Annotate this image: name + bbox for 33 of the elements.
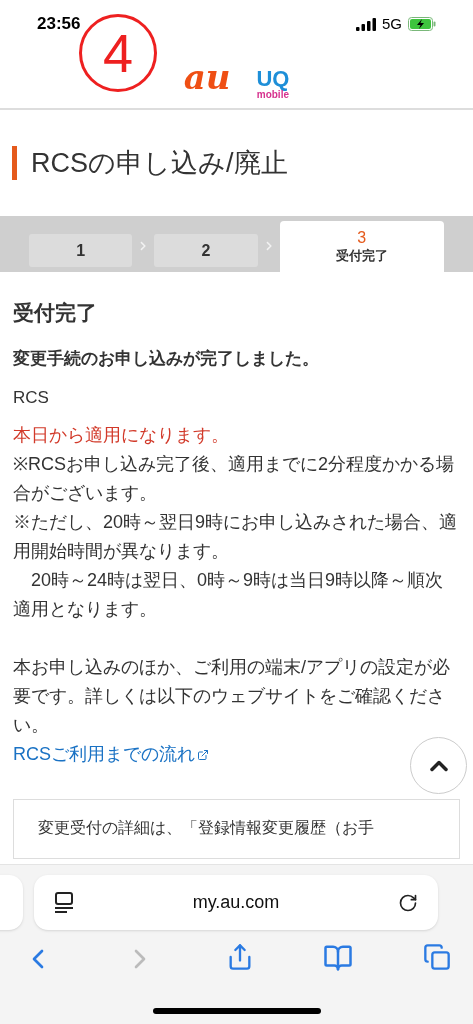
tabs-icon[interactable] [423,943,451,971]
page-menu-icon [54,891,74,914]
chevron-icon [140,241,147,251]
body-text: ※ただし、20時～翌日9時にお申し込みされた場合、適用開始時間が異なります。 [13,511,459,563]
step-number: 3 [357,228,367,248]
service-name: RCS [13,389,50,406]
flow-link[interactable]: RCSご利用までの流れ [13,740,209,769]
body-text: 本お申し込みのほか、ご利用の端末/アプリの設定が必要です。詳しくは以下のウェブサイトをご確認ください。 [13,656,451,737]
section-heading: 受付完了 [13,302,98,323]
url-text: my.au.com [192,891,280,914]
detail-text: 変更受付の詳細は、「登録情報変更履歴（お手 [38,820,375,836]
signal-icon [356,17,376,31]
status-time: 23:56 [37,13,81,36]
body-text: ※RCSお申し込み完了後、適用までに2分程度かかる場合がございます。 [13,453,455,505]
title-accent-bar [12,146,17,180]
body-text: 20時～24時は翌日、0時～9時は当日9時以降～順次適用となります。 [13,569,445,621]
step-number: 1 [76,240,86,261]
bookmarks-icon[interactable] [323,943,354,973]
chevron-icon [265,241,272,251]
step-number: 2 [201,240,211,261]
uq-logo-subtitle: mobile [256,90,289,100]
address-field[interactable]: my.au.com [34,875,438,930]
body-text: 本日から適用になります。 [13,424,230,447]
reload-icon[interactable] [398,892,418,913]
scroll-top-button[interactable] [410,737,467,794]
uq-logo[interactable]: UQ [256,68,290,90]
network-label: 5G [382,13,402,34]
battery-icon [408,17,436,31]
completion-message: 変更手続のお申し込みが完了しました。 [13,350,320,367]
page-title: RCSの申し込み/廃止 [31,146,288,180]
external-link-icon [197,748,209,761]
step-label: 受付完了 [335,248,388,265]
au-logo[interactable]: au [183,60,231,94]
